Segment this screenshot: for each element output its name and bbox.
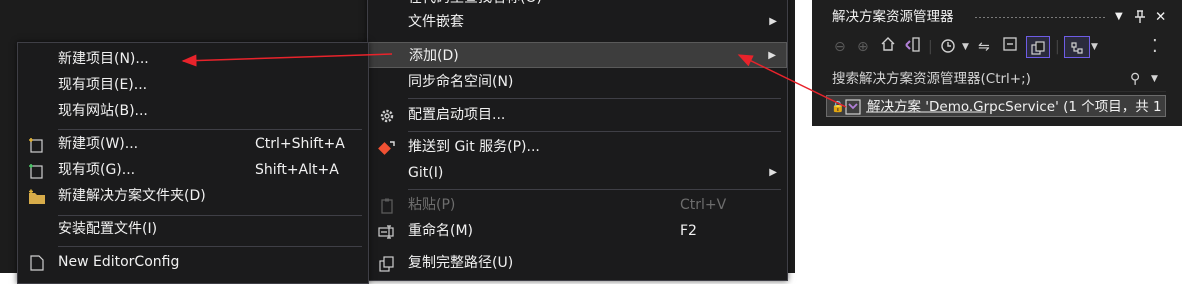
collapse-all-icon[interactable] [1002,36,1018,58]
submenu-item-install-config[interactable]: 安装配置文件(I) [18,216,368,242]
menu-separator [58,246,362,247]
menu-item-sync-namespaces[interactable]: 同步命名空间(N) [368,69,787,95]
menu-separator [408,189,781,190]
side-tab-strip [1166,0,1182,126]
chevron-down-icon[interactable]: ▼ [962,36,969,58]
close-icon[interactable]: ✕ [1155,5,1166,29]
paste-icon [378,197,396,214]
pending-changes-icon[interactable] [939,36,957,58]
submenu-item-existing-item[interactable]: 现有项(G)... Shift+Alt+A [18,157,368,183]
solution-explorer-search[interactable]: 搜索解决方案资源管理器(Ctrl+;) ⚲ ▼ [826,67,1166,92]
sync-icon[interactable]: ⇋ [978,36,990,58]
menu-item-copy-full-path[interactable]: 复制完整路径(U) [368,250,787,276]
overflow-icon[interactable]: ⁚ [1152,36,1158,58]
menu-item-file-nesting[interactable]: 文件嵌套 ▶ [368,9,787,35]
gear-icon [378,107,396,123]
submenu-item-new-item[interactable]: 新建项(W)... Ctrl+Shift+A [18,131,368,157]
chevron-right-icon: ▶ [769,167,777,178]
back-icon[interactable]: ⊖ [834,36,846,58]
switch-views-icon[interactable] [904,36,922,58]
solution-explorer-panel: 解决方案资源管理器 ▼ ✕ ⊖ ⊕ | ▼ ⇋ | ▼ ⁚ 搜索解决方案资源管理… [812,0,1166,126]
lock-icon: 🔒 [831,100,845,113]
new-item-icon [28,136,46,153]
panel-title: 解决方案资源管理器 [832,9,954,25]
pin-icon[interactable] [1134,5,1146,29]
forward-icon[interactable]: ⊕ [857,36,869,58]
solution-explorer-toolbar: ⊖ ⊕ | ▼ ⇋ | ▼ ⁚ [826,30,1166,64]
add-submenu: 新建项目(N)... 现有项目(E)... 现有网站(B)... 新建项(W).… [17,42,369,284]
search-icon[interactable]: ⚲ [1130,67,1140,91]
chevron-down-icon[interactable]: ▼ [1091,36,1098,58]
editorconfig-icon [28,254,46,271]
submenu-item-new-solution-folder[interactable]: 新建解决方案文件夹(D) [18,183,368,209]
submenu-item-new-project[interactable]: 新建项目(N)... [18,46,368,72]
git-push-icon [378,139,396,155]
copy-path-icon [378,255,396,272]
chevron-down-icon[interactable]: ▼ [1151,67,1158,91]
menu-item-paste[interactable]: 粘贴(P) Ctrl+V [368,192,787,218]
menu-separator [408,131,781,132]
context-menu: 在代码里查找名称(O) 文件嵌套 ▶ 添加(D) ▶ 同步命名空间(N) 配置启… [367,0,788,281]
toolbar-separator: | [1055,39,1060,55]
window-position-icon[interactable]: ▼ [1115,5,1123,29]
tree-row-project-partial [866,111,986,121]
menu-item-rename[interactable]: 重命名(M) F2 [368,218,787,244]
menu-item-configure-startup[interactable]: 配置启动项目... [368,102,787,128]
show-all-files-icon[interactable] [1026,36,1050,58]
toolbar-separator: | [928,39,933,55]
menu-separator [408,98,781,99]
home-icon[interactable] [880,36,896,58]
submenu-item-existing-website[interactable]: 现有网站(B)... [18,98,368,124]
menu-separator [58,129,362,130]
properties-icon[interactable] [1064,36,1090,58]
chevron-right-icon: ▶ [769,16,777,27]
existing-item-icon [28,162,46,179]
menu-item-push-git[interactable]: 推送到 Git 服务(P)... [368,134,787,160]
rename-icon [378,223,396,239]
solution-icon [845,99,861,116]
submenu-item-new-editorconfig[interactable]: New EditorConfig [18,249,368,275]
menu-item-add[interactable]: 添加(D) ▶ [368,42,787,68]
menu-item-git[interactable]: Git(I) ▶ [368,160,787,186]
drag-grip[interactable] [974,16,1106,19]
search-input[interactable]: 搜索解决方案资源管理器(Ctrl+;) [832,67,1031,91]
chevron-right-icon: ▶ [768,50,776,61]
submenu-item-existing-project[interactable]: 现有项目(E)... [18,72,368,98]
new-folder-icon [28,188,46,204]
solution-explorer-titlebar: 解决方案资源管理器 ▼ ✕ [826,5,1166,29]
